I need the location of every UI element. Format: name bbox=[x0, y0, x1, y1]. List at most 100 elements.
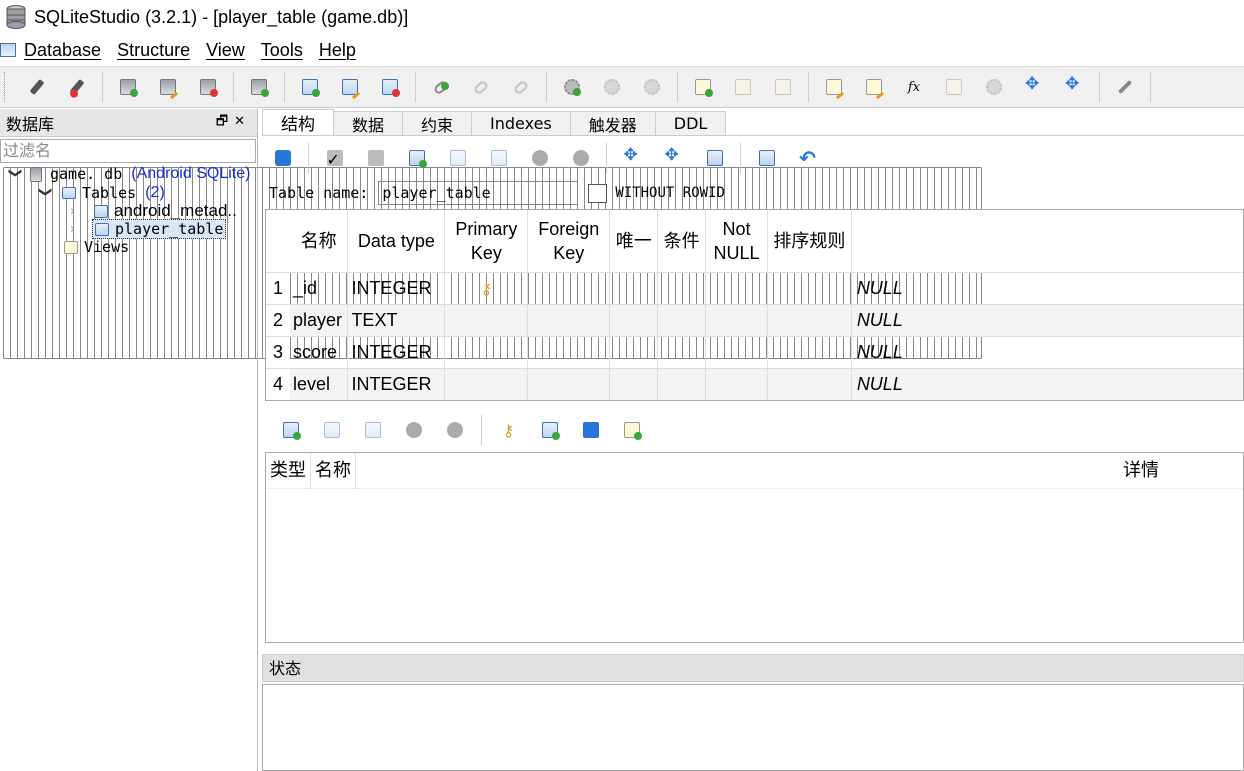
settings-icon[interactable] bbox=[1110, 72, 1140, 102]
tab-constraints[interactable]: 约束 bbox=[402, 111, 473, 135]
default-value[interactable]: NULL bbox=[851, 368, 1243, 400]
ddl-history-icon[interactable] bbox=[859, 72, 889, 102]
constraint-header-details[interactable]: 详情 bbox=[1119, 453, 1163, 489]
collapse-icon[interactable] bbox=[1019, 72, 1049, 102]
tree-item-player-table[interactable]: › player_table bbox=[70, 219, 227, 239]
column-type[interactable]: INTEGER bbox=[347, 272, 446, 305]
chevron-right-icon[interactable]: › bbox=[70, 204, 84, 219]
functions-icon[interactable]: fx bbox=[899, 72, 929, 102]
filter-input[interactable]: 过滤名 bbox=[0, 139, 256, 163]
move-up-icon[interactable] bbox=[399, 415, 429, 445]
chevron-down-icon[interactable]: ❯ bbox=[38, 186, 53, 200]
default-value[interactable]: NULL bbox=[851, 272, 1243, 305]
move-down-icon[interactable] bbox=[566, 143, 596, 173]
tab-data[interactable]: 数据 bbox=[333, 111, 404, 135]
table-row[interactable]: 1 _id INTEGER ⚷ NULL bbox=[266, 272, 1243, 305]
add-primary-key-icon[interactable]: ⚷ bbox=[494, 415, 524, 445]
toolbar-grip[interactable] bbox=[4, 72, 7, 102]
default-value[interactable]: NULL bbox=[851, 336, 1243, 369]
export-icon[interactable] bbox=[700, 143, 730, 173]
edit-index-icon[interactable] bbox=[466, 72, 496, 102]
constraint-header-name[interactable]: 名称 bbox=[311, 452, 356, 489]
without-rowid-checkbox[interactable] bbox=[588, 183, 608, 203]
tab-structure[interactable]: 结构 bbox=[262, 109, 334, 135]
chevron-down-icon[interactable]: ❯ bbox=[8, 167, 23, 181]
constraint-header-type[interactable]: 类型 bbox=[266, 452, 311, 489]
tab-ddl[interactable]: DDL bbox=[654, 111, 727, 135]
col-header-pk[interactable]: Primary Key bbox=[444, 210, 529, 273]
edit-constraint-icon[interactable] bbox=[317, 415, 347, 445]
edit-column-icon[interactable] bbox=[443, 143, 473, 173]
undo-icon[interactable]: ↶ bbox=[793, 143, 823, 173]
move-up-icon[interactable] bbox=[525, 143, 555, 173]
expand-icon[interactable] bbox=[659, 143, 689, 173]
add-index-icon[interactable] bbox=[426, 72, 456, 102]
delete-constraint-icon[interactable] bbox=[358, 415, 388, 445]
menu-view[interactable]: View bbox=[206, 40, 245, 61]
delete-view-icon[interactable] bbox=[768, 72, 798, 102]
col-header-name[interactable]: 名称 bbox=[289, 210, 349, 273]
create-similar-icon[interactable] bbox=[752, 143, 782, 173]
col-header-type[interactable]: Data type bbox=[347, 210, 446, 273]
table-row[interactable]: 2 player TEXT NULL bbox=[266, 304, 1243, 337]
column-type[interactable]: INTEGER bbox=[347, 368, 446, 400]
rollback-icon[interactable] bbox=[361, 143, 391, 173]
float-icon[interactable]: 🗗 bbox=[216, 114, 234, 129]
add-unique-icon[interactable] bbox=[576, 415, 606, 445]
table-row[interactable]: 4 level INTEGER NULL bbox=[266, 368, 1243, 400]
menu-database[interactable]: Database bbox=[24, 40, 101, 61]
remove-database-icon[interactable] bbox=[193, 72, 223, 102]
tree-item-tables[interactable]: ❯ Tables (2) bbox=[38, 184, 165, 202]
add-table-icon[interactable] bbox=[295, 72, 325, 102]
connect-icon[interactable] bbox=[62, 72, 92, 102]
collapse-icon[interactable] bbox=[618, 143, 648, 173]
col-header-check[interactable]: 条件 bbox=[657, 210, 707, 273]
tree-item-android-metadata[interactable]: › android_metad.. bbox=[70, 201, 237, 220]
window-menu-icon[interactable] bbox=[0, 43, 16, 57]
default-value[interactable]: NULL bbox=[851, 304, 1243, 337]
delete-column-icon[interactable] bbox=[484, 143, 514, 173]
move-down-icon[interactable] bbox=[440, 415, 470, 445]
tree-item-game-db[interactable]: ❯ game. db (Android SQLite) bbox=[8, 165, 251, 183]
table-name-input[interactable]: player_table bbox=[378, 181, 579, 205]
column-name[interactable]: player bbox=[289, 304, 349, 337]
edit-table-icon[interactable] bbox=[335, 72, 365, 102]
add-column-icon[interactable] bbox=[402, 143, 432, 173]
menu-structure[interactable]: Structure bbox=[117, 40, 190, 61]
tab-indexes[interactable]: Indexes bbox=[471, 111, 571, 135]
column-type[interactable]: INTEGER bbox=[347, 336, 446, 369]
menu-help[interactable]: Help bbox=[319, 40, 356, 61]
add-check-icon[interactable] bbox=[617, 415, 647, 445]
column-name[interactable]: level bbox=[289, 368, 349, 400]
sql-editor-icon[interactable] bbox=[819, 72, 849, 102]
cascade-icon[interactable] bbox=[3, 72, 1231, 359]
add-database-icon[interactable] bbox=[113, 72, 143, 102]
delete-trigger-icon[interactable] bbox=[637, 72, 667, 102]
add-foreign-key-icon[interactable] bbox=[535, 415, 565, 445]
table-row[interactable]: 3 score INTEGER NULL bbox=[266, 336, 1243, 369]
close-icon[interactable]: ✕ bbox=[234, 114, 251, 129]
col-header-notnull[interactable]: Not NULL bbox=[705, 210, 769, 273]
chevron-right-icon[interactable]: › bbox=[70, 222, 84, 237]
edit-trigger-icon[interactable] bbox=[597, 72, 627, 102]
menu-tools[interactable]: Tools bbox=[261, 40, 303, 61]
collations-icon[interactable] bbox=[939, 72, 969, 102]
delete-table-icon[interactable] bbox=[375, 72, 405, 102]
add-view-icon[interactable] bbox=[688, 72, 718, 102]
refresh-icon[interactable] bbox=[268, 143, 298, 173]
column-name[interactable]: _id bbox=[289, 272, 349, 305]
refresh-database-icon[interactable] bbox=[244, 72, 274, 102]
add-trigger-icon[interactable] bbox=[557, 72, 587, 102]
col-header-collate[interactable]: 排序规则 bbox=[767, 210, 852, 273]
edit-view-icon[interactable] bbox=[728, 72, 758, 102]
add-constraint-icon[interactable] bbox=[276, 415, 306, 445]
disconnect-icon[interactable] bbox=[22, 72, 52, 102]
column-type[interactable]: TEXT bbox=[347, 304, 446, 337]
tab-triggers[interactable]: 触发器 bbox=[569, 111, 656, 135]
commit-icon[interactable]: ✓ bbox=[320, 143, 350, 173]
col-header-unique[interactable]: 唯一 bbox=[609, 210, 659, 273]
col-header-default[interactable] bbox=[851, 210, 1243, 273]
col-header-fk[interactable]: Foreign Key bbox=[527, 210, 611, 273]
extensions-icon[interactable] bbox=[979, 72, 1009, 102]
column-name[interactable]: score bbox=[289, 336, 349, 369]
